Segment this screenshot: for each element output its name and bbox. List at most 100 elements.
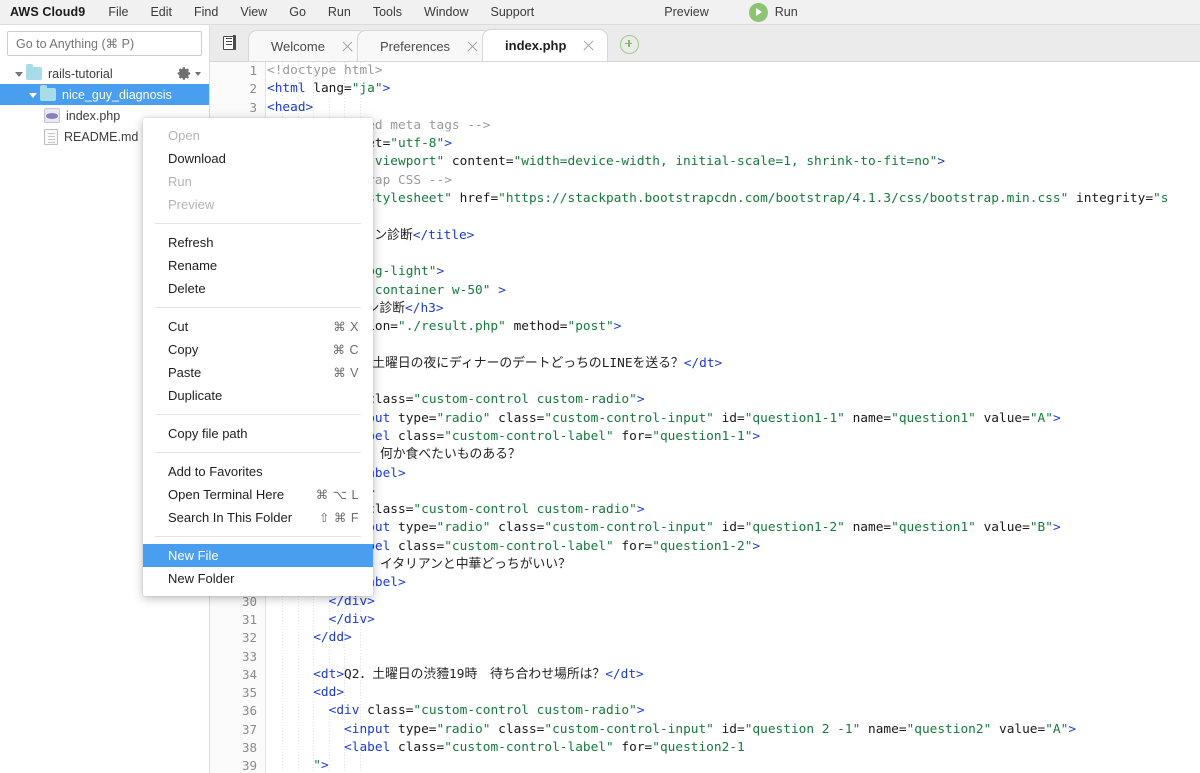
code-line[interactable]: <div class="custom-control custom-radio"… — [267, 391, 1200, 409]
context-menu-item-delete[interactable]: Delete — [143, 277, 373, 300]
tab-preferences[interactable]: Preferences — [356, 30, 493, 61]
menu-find[interactable]: Find — [183, 0, 229, 24]
code-line[interactable]: <label class="custom-control-label" for=… — [267, 428, 1200, 446]
code-line[interactable]: </dd> — [267, 629, 1200, 647]
menu-edit[interactable]: Edit — [139, 0, 183, 24]
close-icon[interactable] — [341, 40, 354, 53]
code-line[interactable]: B．イタリアンと中華どっちがいい？ — [267, 556, 1200, 574]
context-menu-item-duplicate[interactable]: Duplicate — [143, 384, 373, 407]
code-token: class= — [397, 428, 445, 444]
context-menu-item-add-to-favorites[interactable]: Add to Favorites — [143, 460, 373, 483]
chevron-down-icon[interactable] — [28, 90, 38, 100]
menu-separator — [155, 307, 361, 308]
code-line[interactable] — [267, 648, 1200, 666]
preview-button[interactable]: Preview — [654, 5, 718, 19]
code-token: "viewport" — [367, 154, 445, 170]
code-line[interactable]: <div class="container w-50" > — [267, 282, 1200, 300]
tree-item-rails-tutorial[interactable]: rails-tutorial — [0, 63, 209, 84]
context-menu-item-refresh[interactable]: Refresh — [143, 231, 373, 254]
menu-run[interactable]: Run — [317, 0, 362, 24]
code-line[interactable]: <title>イケメン診断</title> — [267, 227, 1200, 245]
gear-icon — [177, 67, 191, 80]
code-line[interactable]: </label> — [267, 574, 1200, 592]
context-menu-item-search-in-this-folder[interactable]: Search In This Folder ⇧ ⌘ F — [143, 506, 373, 529]
code-token: > — [636, 392, 645, 408]
code-line[interactable]: <!-- Bootstrap CSS --> — [267, 172, 1200, 190]
code-line[interactable]: <html lang="ja"> — [267, 80, 1200, 98]
settings-menu-button[interactable] — [177, 66, 201, 81]
code-token: name= — [860, 721, 907, 737]
code-line[interactable]: </label> — [267, 465, 1200, 483]
context-menu-item-paste[interactable]: Paste ⌘ V — [143, 361, 373, 384]
code-line[interactable]: A．何か食べたいものある？ — [267, 446, 1200, 464]
tree-item-nice-guy-diagnosis[interactable]: nice_guy_diagnosis — [0, 84, 209, 105]
code-line[interactable]: <link rel="stylesheet" href="https://sta… — [267, 190, 1200, 208]
code-line[interactable]: </div> — [267, 611, 1200, 629]
code-line[interactable]: <div class="custom-control custom-radio"… — [267, 702, 1200, 720]
code-token: "question2" — [906, 721, 992, 737]
code-line[interactable]: </div> — [267, 483, 1200, 501]
code-token: "radio" — [436, 410, 491, 426]
context-menu-item-copy-file-path[interactable]: Copy file path — [143, 422, 373, 445]
code-line[interactable]: <dd> — [267, 684, 1200, 702]
code-line[interactable]: <head> — [267, 99, 1200, 117]
code-line[interactable]: <dd> — [267, 373, 1200, 391]
code-line[interactable]: <label class="custom-control-label" for=… — [267, 739, 1200, 757]
code-line[interactable] — [267, 208, 1200, 226]
chevron-down-icon[interactable] — [14, 69, 24, 79]
context-menu-item-new-folder[interactable]: New Folder — [143, 567, 373, 590]
code-line[interactable]: <form action="./result.php" method="post… — [267, 318, 1200, 336]
code-line[interactable]: </div> — [267, 593, 1200, 611]
code-token: > — [937, 154, 946, 170]
code-line[interactable]: <meta charset="utf-8"> — [267, 135, 1200, 153]
code-token: class= — [367, 703, 414, 719]
menu-go[interactable]: Go — [278, 0, 317, 24]
code-line[interactable]: <input type="radio" class="custom-contro… — [267, 410, 1200, 428]
toggle-outline-button[interactable] — [210, 24, 248, 61]
code-line[interactable]: <input type="radio" class="custom-contro… — [267, 721, 1200, 739]
context-menu-item-cut[interactable]: Cut ⌘ X — [143, 315, 373, 338]
plus-circle-icon[interactable] — [620, 35, 640, 54]
context-menu-item-download[interactable]: Download — [143, 147, 373, 170]
code-line[interactable]: </head> — [267, 245, 1200, 263]
context-menu-item-rename[interactable]: Rename — [143, 254, 373, 277]
code-line[interactable]: <dt>Q1．土曜日の夜にディナーのデートどっちのLINEを送る？</dt> — [267, 355, 1200, 373]
code-line[interactable] — [267, 336, 1200, 354]
menu-view[interactable]: View — [229, 0, 278, 24]
code-token: class= — [397, 739, 445, 755]
menu-support[interactable]: Support — [480, 0, 546, 24]
code-line[interactable]: <h3>イケメン診断</h3> — [267, 300, 1200, 318]
code-line[interactable]: <input type="radio" class="custom-contro… — [267, 519, 1200, 537]
menu-file[interactable]: File — [97, 0, 139, 24]
tab-welcome[interactable]: Welcome — [248, 30, 367, 61]
close-icon[interactable] — [466, 40, 479, 53]
context-menu-item-open-terminal-here[interactable]: Open Terminal Here ⌘ ⌥ L — [143, 483, 373, 506]
menu-separator — [155, 452, 361, 453]
context-menu-item-new-file[interactable]: New File — [143, 544, 373, 567]
code-line[interactable]: <dt>Q2．土曜日の渋豷19時 待ち合わせ場所は？</dt> — [267, 666, 1200, 684]
code-content[interactable]: <!doctype html> <html lang="ja"> <head> <!… — [267, 62, 1200, 773]
menu-tools[interactable]: Tools — [362, 0, 413, 24]
code-line[interactable]: <body class="bg-light"> — [267, 263, 1200, 281]
code-token: <div — [267, 703, 368, 719]
code-line[interactable]: <!-- Required meta tags --> — [267, 117, 1200, 135]
context-menu-item-copy[interactable]: Copy ⌘ C — [143, 338, 373, 361]
code-line[interactable]: <label class="custom-control-label" for=… — [267, 538, 1200, 556]
search-input[interactable] — [7, 31, 202, 56]
context-menu-item-label: New File — [168, 548, 219, 563]
code-token: "radio" — [436, 721, 491, 737]
context-menu-item-label: Run — [168, 174, 192, 189]
line-number: 35 — [241, 685, 257, 701]
code-line[interactable]: <div class="custom-control custom-radio"… — [267, 501, 1200, 519]
code-line[interactable]: "> — [267, 757, 1200, 773]
file-context-menu[interactable]: Open Download Run Preview Refresh Rename Delet… — [143, 118, 373, 596]
code-line[interactable]: <!doctype html> — [267, 62, 1200, 80]
menu-window[interactable]: Window — [413, 0, 479, 24]
close-icon[interactable] — [582, 39, 595, 52]
run-button[interactable]: Run — [748, 2, 798, 22]
code-token: <input — [267, 721, 398, 737]
tree-item-label: index.php — [66, 108, 121, 123]
code-line[interactable]: <meta name="viewport" content="width=dev… — [267, 153, 1200, 171]
tab-index-php[interactable]: index.php — [482, 29, 609, 61]
line-number: 39 — [241, 758, 257, 773]
